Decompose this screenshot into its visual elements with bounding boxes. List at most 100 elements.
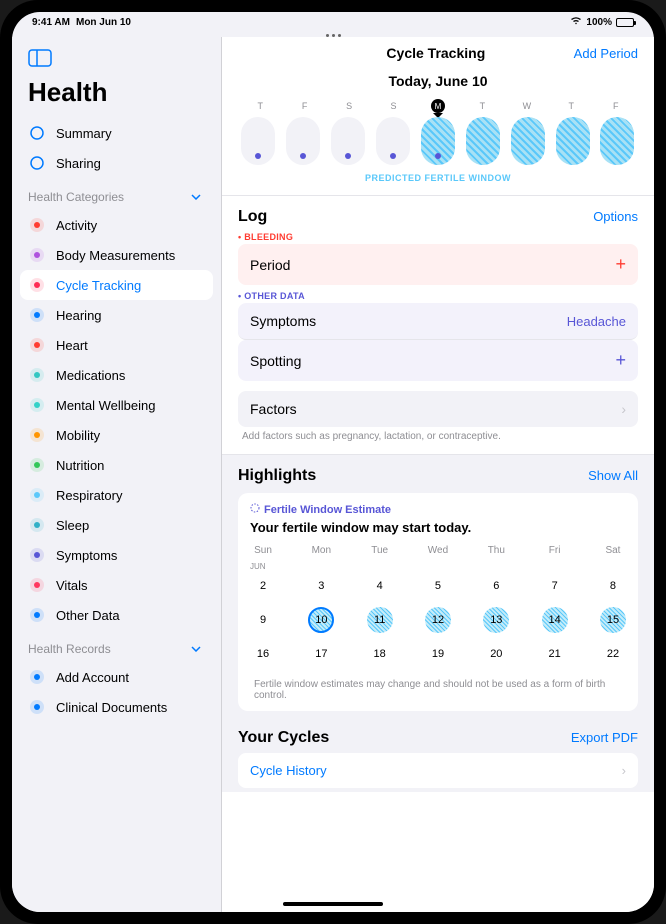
sidebar-item-activity[interactable]: Activity <box>12 210 221 240</box>
symptoms-row[interactable]: Symptoms Headache <box>238 303 638 340</box>
cycles-title: Your Cycles <box>238 729 329 747</box>
cal-day[interactable]: 17 <box>308 641 334 667</box>
cal-day[interactable]: 10 <box>308 607 334 633</box>
sidebar-item-medications[interactable]: Medications <box>12 360 221 390</box>
export-pdf-button[interactable]: Export PDF <box>571 730 638 745</box>
log-options-button[interactable]: Options <box>593 209 638 224</box>
log-title: Log <box>238 208 267 226</box>
cycle-history-row[interactable]: Cycle History › <box>238 753 638 788</box>
cal-day[interactable]: 20 <box>483 641 509 667</box>
day-cell[interactable] <box>286 117 320 165</box>
sidebar-item-mobility[interactable]: Mobility <box>12 420 221 450</box>
period-row[interactable]: Period + <box>238 244 638 285</box>
cal-day[interactable]: 7 <box>542 573 568 599</box>
home-indicator[interactable] <box>283 902 383 906</box>
category-icon <box>28 216 46 234</box>
cal-day[interactable]: 2 <box>250 573 276 599</box>
app-title: Health <box>12 77 221 118</box>
cal-day[interactable]: 18 <box>367 641 393 667</box>
day-cell[interactable] <box>556 117 590 165</box>
cal-day[interactable]: 8 <box>600 573 626 599</box>
add-icon: + <box>615 254 626 275</box>
fertile-estimate-card[interactable]: Fertile Window Estimate Your fertile win… <box>238 493 638 711</box>
category-icon <box>28 606 46 624</box>
category-icon <box>28 246 46 264</box>
category-icon <box>28 306 46 324</box>
sidebar-item-clinical-documents[interactable]: Clinical Documents <box>12 692 221 722</box>
factors-row[interactable]: Factors › <box>238 391 638 427</box>
wifi-icon <box>570 16 582 28</box>
cal-day[interactable]: 9 <box>250 607 276 633</box>
cal-day[interactable]: 22 <box>600 641 626 667</box>
highlights-title: Highlights <box>238 467 316 485</box>
category-icon <box>28 546 46 564</box>
categories-header[interactable]: Health Categories <box>12 178 221 210</box>
day-cell[interactable] <box>466 117 500 165</box>
fertile-window-label: PREDICTED FERTILE WINDOW <box>238 173 638 183</box>
sidebar-item-sleep[interactable]: Sleep <box>12 510 221 540</box>
day-cell[interactable] <box>600 117 634 165</box>
people-icon <box>28 154 46 172</box>
category-icon <box>28 516 46 534</box>
cal-day[interactable]: 13 <box>483 607 509 633</box>
day-cell[interactable] <box>331 117 365 165</box>
category-icon <box>28 396 46 414</box>
cycle-icon <box>250 503 260 516</box>
cal-day[interactable]: 3 <box>308 573 334 599</box>
records-header[interactable]: Health Records <box>12 630 221 662</box>
sidebar-item-hearing[interactable]: Hearing <box>12 300 221 330</box>
cal-day[interactable]: 11 <box>367 607 393 633</box>
cal-day[interactable]: 21 <box>542 641 568 667</box>
week-strip[interactable]: M TFSSTWTF PREDICTED FERTILE WINDOW <box>222 93 654 196</box>
chevron-down-icon <box>187 640 205 658</box>
status-date: Mon Jun 10 <box>76 17 131 28</box>
cal-day[interactable]: 6 <box>483 573 509 599</box>
category-icon <box>28 336 46 354</box>
sidebar-item-vitals[interactable]: Vitals <box>12 570 221 600</box>
sidebar-item-other-data[interactable]: Other Data <box>12 600 221 630</box>
status-bar: 9:41 AM Mon Jun 10 100% <box>12 12 654 32</box>
sidebar-item-cycle-tracking[interactable]: Cycle Tracking <box>20 270 213 300</box>
chevron-right-icon: › <box>621 401 626 417</box>
cal-day[interactable]: 19 <box>425 641 451 667</box>
today-label: Today, June 10 <box>222 69 654 93</box>
sidebar-item-summary[interactable]: Summary <box>12 118 221 148</box>
sidebar-item-mental-wellbeing[interactable]: Mental Wellbeing <box>12 390 221 420</box>
sidebar-toggle-icon[interactable] <box>28 49 52 67</box>
category-icon <box>28 426 46 444</box>
today-marker: M <box>431 99 445 113</box>
sidebar-item-sharing[interactable]: Sharing <box>12 148 221 178</box>
day-cell[interactable] <box>241 117 275 165</box>
category-icon <box>28 276 46 294</box>
cal-day[interactable]: 12 <box>425 607 451 633</box>
sidebar-item-nutrition[interactable]: Nutrition <box>12 450 221 480</box>
day-cell[interactable] <box>376 117 410 165</box>
category-icon <box>28 576 46 594</box>
battery-percent: 100% <box>586 17 612 28</box>
category-icon <box>28 668 46 686</box>
day-cell[interactable] <box>421 117 455 165</box>
day-cell[interactable] <box>511 117 545 165</box>
sidebar-item-body-measurements[interactable]: Body Measurements <box>12 240 221 270</box>
main-panel: Cycle Tracking Add Period Today, June 10… <box>222 37 654 912</box>
add-period-button[interactable]: Add Period <box>574 46 638 61</box>
show-all-button[interactable]: Show All <box>588 468 638 483</box>
cal-day[interactable]: 15 <box>600 607 626 633</box>
sidebar-item-add-account[interactable]: Add Account <box>12 662 221 692</box>
cal-day[interactable]: 5 <box>425 573 451 599</box>
cal-month-label: JUN <box>250 562 626 571</box>
cal-day[interactable]: 14 <box>542 607 568 633</box>
cal-day[interactable]: 4 <box>367 573 393 599</box>
spotting-row[interactable]: Spotting + <box>238 340 638 381</box>
category-icon <box>28 456 46 474</box>
page-title: Cycle Tracking <box>298 45 574 61</box>
sidebar-item-symptoms[interactable]: Symptoms <box>12 540 221 570</box>
disclaimer: Fertile window estimates may change and … <box>250 675 626 701</box>
chevron-right-icon: › <box>622 763 626 778</box>
sidebar: Health SummarySharing Health Categories … <box>12 37 222 912</box>
bleeding-label: • BLEEDING <box>238 232 638 242</box>
chevron-down-icon <box>187 188 205 206</box>
sidebar-item-heart[interactable]: Heart <box>12 330 221 360</box>
sidebar-item-respiratory[interactable]: Respiratory <box>12 480 221 510</box>
cal-day[interactable]: 16 <box>250 641 276 667</box>
